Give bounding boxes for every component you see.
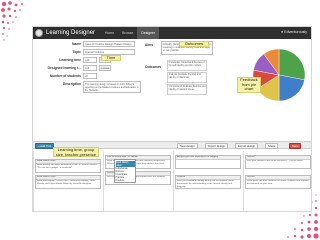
app-title: Learning Designer: [46, 30, 96, 36]
export-design-button[interactable]: Export design: [235, 143, 259, 149]
name-input[interactable]: Uses of Creative Design, Pattern Design: [83, 41, 135, 47]
learning-time-label: Learning time: [59, 58, 81, 62]
tla-card-body: Read Buckingham, David (2008) 'Introduci…: [37, 180, 96, 185]
designed-time-row: Designed learning t... 115 minutes: [33, 65, 137, 72]
topic-row: Topic Internet Cultures: [33, 49, 137, 56]
tla-card-body: Post your critique to the forum and read…: [247, 160, 304, 163]
topic-label: Topic: [72, 50, 81, 54]
user-icon: ●: [281, 30, 284, 34]
tla-card[interactable]: Produce Draft your critique of identity …: [175, 175, 241, 189]
share-button[interactable]: Share: [265, 143, 279, 149]
tab-designer[interactable]: Designer: [137, 27, 159, 39]
outcome-item[interactable]: Knowledge: Understand theories of the se…: [167, 60, 207, 71]
designed-time-input[interactable]: 115: [83, 65, 97, 71]
new-design-button[interactable]: New design: [177, 143, 198, 149]
tla-card-body: Read briefing document introducing issue…: [37, 164, 97, 169]
tla-card-body: [176, 160, 240, 170]
learning-designer-window: Learning Designer Home Browse Designer ●…: [32, 26, 312, 212]
tab-browse[interactable]: Browse: [118, 27, 137, 39]
students-row: Number of students 20: [33, 73, 137, 80]
tla-column: Analyse your own experiences of blogging…: [173, 151, 241, 211]
outcome-item[interactable]: Comprehend: Evaluate theories and identi…: [167, 84, 207, 95]
save-button[interactable]: Save: [289, 143, 302, 149]
decorative-dots-top-left: [1, 1, 23, 41]
tla-column: Pick an activity type - or identify Read…: [103, 151, 171, 211]
activity-type-dropdown[interactable]: Read Watch Listen Collaborate Discuss In…: [114, 159, 136, 183]
students-input[interactable]: 20: [83, 73, 97, 79]
tla-card-body: Draft your critique of identity theory a…: [177, 180, 234, 188]
dropdown-option[interactable]: Produce: [116, 179, 135, 182]
tla-column: Read Watch Listen Read briefing document…: [33, 151, 101, 211]
designed-time-label: Designed learning t...: [47, 66, 81, 70]
annotation-time: Time: [101, 55, 121, 61]
user-name: Edventurously: [284, 30, 307, 34]
outcome-item[interactable]: Analysis: Evaluate theories and identity…: [167, 72, 207, 83]
name-row: Name Uses of Creative Design, Pattern De…: [33, 41, 137, 48]
logo-icon: [35, 29, 43, 37]
students-label: Number of students: [49, 74, 81, 78]
annotation-outcomes: Outcomes: [179, 41, 209, 47]
learning-time-input[interactable]: 120: [83, 57, 97, 63]
tla-card[interactable]: Analyse your own experiences of blogging: [175, 155, 241, 169]
description-textarea[interactable]: This learning design is based on John Si…: [83, 81, 141, 93]
user-menu[interactable]: ● Edventurously: [281, 30, 307, 34]
brand[interactable]: Learning Designer: [35, 29, 95, 37]
aims-label: Aims: [145, 43, 154, 47]
learning-time-row: Learning time 120 minutes: [33, 57, 137, 64]
pie-slice-read: [278, 48, 306, 81]
import-design-button[interactable]: Import design: [205, 143, 228, 149]
annotation-feedback: Feedback from pie chart: [237, 77, 261, 93]
tab-home[interactable]: Home: [101, 27, 118, 39]
name-label: Name: [72, 42, 81, 46]
add-tla-button[interactable]: + Add TLA: [35, 143, 55, 149]
tla-card[interactable]: Read Watch Listen Read briefing document…: [35, 159, 101, 173]
top-navbar: Learning Designer Home Browse Designer ●…: [33, 27, 311, 39]
outcomes-list: Knowledge: Understand theories of the se…: [167, 60, 207, 96]
tla-column: Discuss Post your critique to the forum …: [243, 151, 311, 211]
description-row: Description This learning design is base…: [33, 81, 141, 93]
tla-card[interactable]: Discuss Post your critique to the forum …: [245, 155, 311, 169]
tla-card[interactable]: Discuss Read posts and then comment on o…: [245, 175, 311, 189]
tla-card[interactable]: Read Watch Listen Read Buckingham, David…: [35, 175, 101, 189]
learning-types-pie-chart: [252, 48, 306, 102]
tla-card-body: Read posts and then comment on others' c…: [247, 180, 309, 185]
tla-columns: Read Watch Listen Read briefing document…: [33, 151, 311, 211]
description-label: Description: [62, 82, 81, 86]
designed-time-unit-select[interactable]: minutes: [99, 65, 111, 71]
outcomes-label: Outcomes: [145, 65, 162, 69]
